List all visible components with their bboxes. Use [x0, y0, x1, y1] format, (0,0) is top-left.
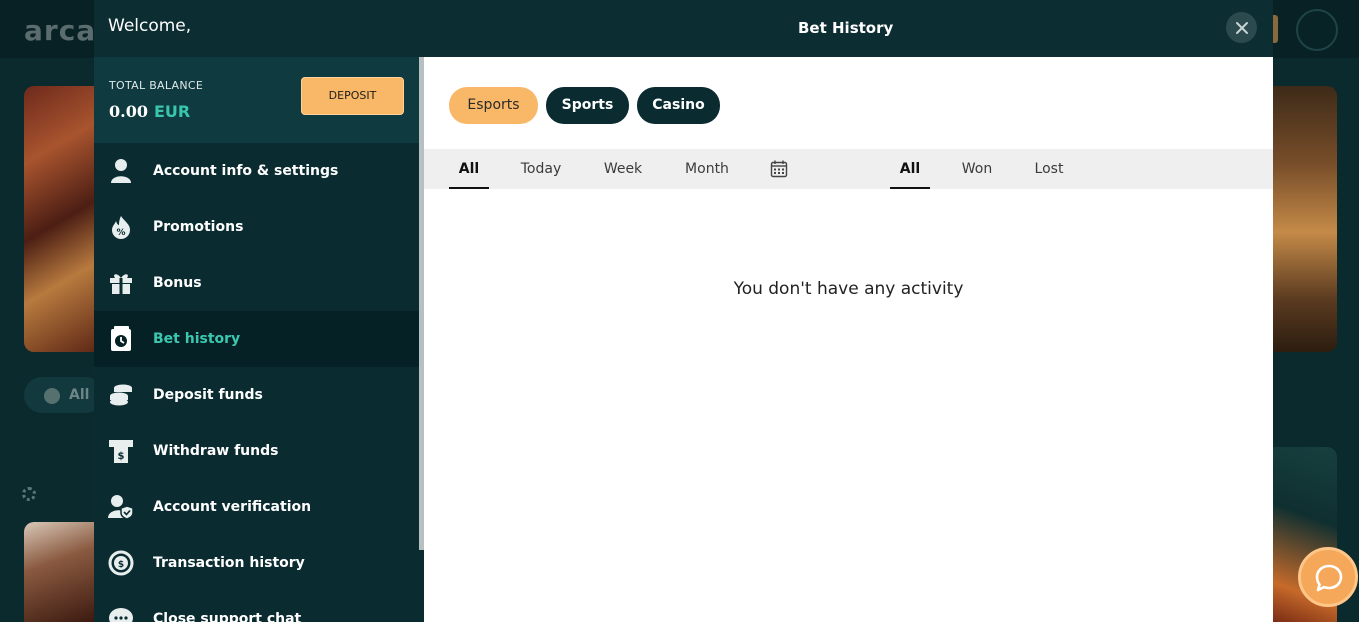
- sidebar-item-bet-history[interactable]: Bet history: [94, 311, 419, 367]
- modal-title: Bet History: [798, 19, 894, 37]
- gear-icon: [22, 487, 36, 501]
- bet-history-icon: [108, 326, 134, 352]
- balance-panel: TOTAL BALANCE 0.00 EUR DEPOSIT: [94, 57, 419, 143]
- sidebar-item-transaction-history[interactable]: $ Transaction history: [94, 535, 419, 591]
- sidebar-item-bonus[interactable]: Bonus: [94, 255, 419, 311]
- filter-bar: All Today Week Month All Won Lost: [424, 149, 1273, 189]
- balance-currency: EUR: [153, 102, 191, 121]
- sidebar-nav: Account info & settings % Promotions Bon…: [94, 143, 419, 622]
- sidebar-item-label: Withdraw funds: [153, 443, 279, 459]
- result-filter-lost[interactable]: Lost: [1032, 149, 1066, 189]
- chat-bubble-icon: [1315, 564, 1343, 592]
- period-filter-week[interactable]: Week: [600, 149, 646, 189]
- close-icon: [1235, 21, 1248, 34]
- chat-icon: [108, 606, 134, 622]
- support-chat-button[interactable]: [1298, 547, 1358, 607]
- sidebar-item-label: Bet history: [153, 331, 241, 347]
- balance-label: TOTAL BALANCE: [109, 79, 204, 92]
- sidebar-item-account-info[interactable]: Account info & settings: [94, 143, 419, 199]
- period-filter-today[interactable]: Today: [517, 149, 565, 189]
- header-avatar[interactable]: [1296, 9, 1338, 51]
- site-logo: arca: [24, 14, 97, 47]
- deposit-button[interactable]: DEPOSIT: [301, 77, 404, 115]
- game-card-left: [24, 522, 94, 622]
- modal-header: Welcome, Bet History: [94, 0, 1273, 57]
- promo-banner-right: [1273, 86, 1337, 352]
- sidebar-item-account-verification[interactable]: Account verification: [94, 479, 419, 535]
- tab-casino[interactable]: Casino: [637, 87, 720, 124]
- user-icon: [108, 158, 134, 184]
- balance-value: 0.00: [109, 102, 148, 121]
- svg-text:%: %: [116, 228, 125, 238]
- period-filter-month[interactable]: Month: [682, 149, 732, 189]
- percent-icon: [44, 388, 60, 404]
- sidebar-item-label: Account info & settings: [153, 163, 339, 179]
- svg-text:$: $: [118, 451, 125, 462]
- account-modal: Welcome, Bet History TOTAL BALANCE 0.00 E…: [94, 0, 1273, 622]
- sidebar-item-deposit-funds[interactable]: Deposit funds: [94, 367, 419, 423]
- sidebar-item-label: Deposit funds: [153, 387, 263, 403]
- transaction-icon: $: [108, 550, 134, 576]
- tab-esports[interactable]: Esports: [449, 87, 538, 124]
- sidebar-item-close-support-chat[interactable]: Close support chat: [94, 591, 419, 622]
- verified-user-icon: [108, 494, 134, 520]
- sidebar: TOTAL BALANCE 0.00 EUR DEPOSIT Account in…: [94, 57, 424, 622]
- sidebar-item-label: Close support chat: [153, 611, 302, 622]
- withdraw-icon: $: [108, 438, 134, 464]
- coins-icon: [108, 382, 134, 408]
- promo-banner-left: [24, 86, 104, 352]
- calendar-icon[interactable]: [770, 160, 788, 178]
- empty-state-message: You don't have any activity: [733, 279, 964, 299]
- svg-text:$: $: [118, 560, 124, 570]
- welcome-text: Welcome,: [108, 16, 192, 36]
- sidebar-item-withdraw-funds[interactable]: $ Withdraw funds: [94, 423, 419, 479]
- gift-icon: [108, 270, 134, 296]
- result-filter-all[interactable]: All: [890, 149, 930, 189]
- sidebar-item-label: Account verification: [153, 499, 312, 515]
- sidebar-item-label: Transaction history: [153, 555, 305, 571]
- result-filter-won[interactable]: Won: [959, 149, 995, 189]
- bet-history-panel: Esports Sports Casino All Today Week Mon…: [424, 57, 1273, 622]
- tab-sports[interactable]: Sports: [546, 87, 629, 124]
- sidebar-item-promotions[interactable]: % Promotions: [94, 199, 419, 255]
- close-button[interactable]: [1226, 12, 1257, 43]
- promotions-icon: %: [108, 214, 134, 240]
- sidebar-item-label: Bonus: [153, 275, 202, 291]
- balance-amount: 0.00 EUR: [109, 102, 190, 121]
- period-filter-all[interactable]: All: [449, 149, 489, 189]
- sidebar-item-label: Promotions: [153, 219, 244, 235]
